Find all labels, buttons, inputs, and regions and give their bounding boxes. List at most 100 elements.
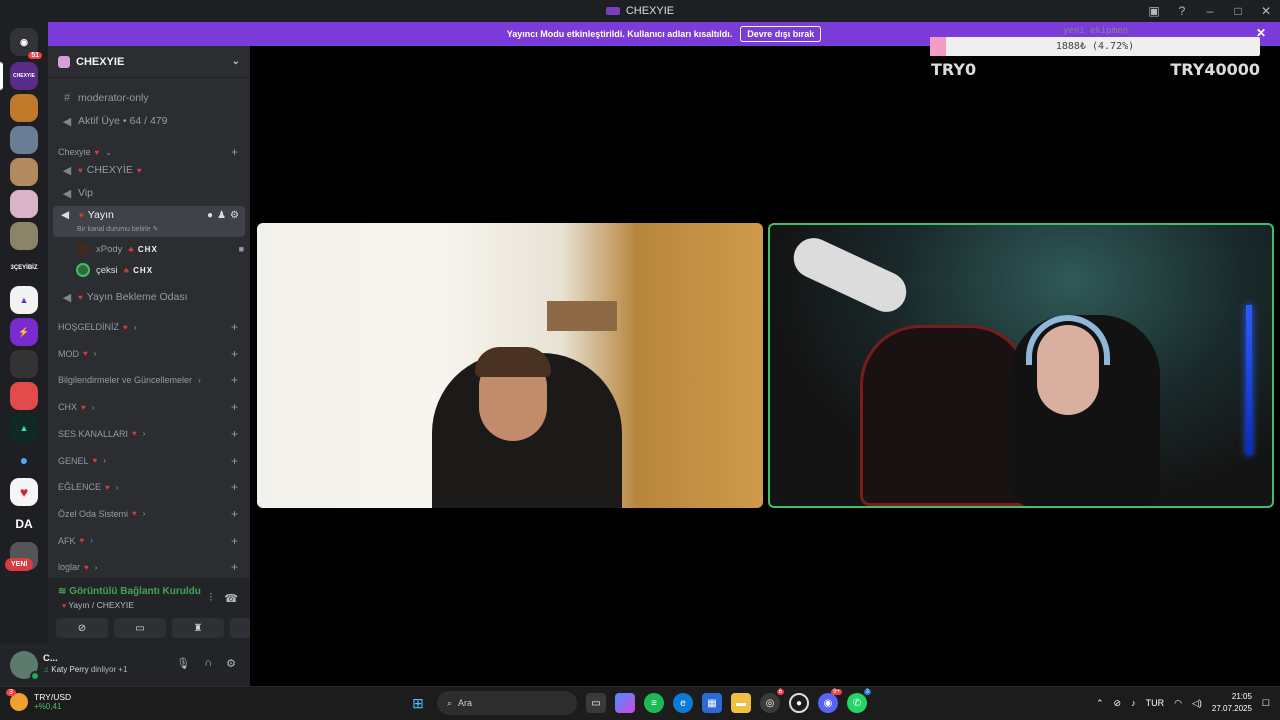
network-off-icon[interactable]: ⊘ — [1114, 698, 1122, 709]
spotify-icon[interactable]: ≡ — [644, 693, 664, 713]
notifications-icon[interactable]: ☐ — [1262, 698, 1270, 709]
category-row[interactable]: EĞLENCE ♥ › + — [58, 479, 238, 495]
category-row[interactable]: SES KANALLARI ♥ › + — [58, 426, 238, 442]
microphone-icon[interactable]: 🎙 — [176, 657, 190, 670]
add-channel-icon[interactable]: + — [231, 145, 238, 159]
category-row[interactable]: MOD ♥ › + — [58, 346, 238, 362]
server-icon[interactable]: ▲ — [10, 414, 38, 442]
avatar[interactable] — [10, 651, 40, 681]
copilot-icon[interactable] — [615, 693, 635, 713]
category-row[interactable]: Bilgilendirmeler ve Güncellemeler › + — [58, 372, 238, 388]
taskbar-search[interactable]: ⌕ Ara — [437, 691, 577, 715]
widgets-button[interactable]: 3 TRY/USD +%0,41 — [6, 688, 71, 711]
language-indicator[interactable]: TUR — [1146, 698, 1165, 708]
disable-streamer-mode-button[interactable]: Devre dışı bırak — [740, 26, 822, 42]
headphones-icon[interactable]: ∩ — [204, 657, 212, 670]
whatsapp-icon[interactable]: ✆ 3 — [847, 689, 871, 713]
activities-button[interactable]: ♜ — [172, 618, 224, 638]
channel-moderator-only[interactable]: # moderator-only — [56, 88, 242, 108]
voice-channel-waiting-room[interactable]: ◀ ♥ Yayın Bekleme Odası — [56, 287, 242, 307]
add-channel-icon[interactable]: + — [231, 507, 238, 521]
server-icon[interactable] — [10, 222, 38, 250]
avatar — [76, 263, 90, 277]
server-da[interactable]: DA — [10, 510, 38, 538]
activity-artist: Katy Perry — [51, 665, 89, 674]
start-windows-icon[interactable]: ⊞ — [408, 693, 428, 713]
server-icon[interactable] — [10, 94, 38, 122]
maximize-button[interactable]: □ — [1224, 4, 1252, 18]
add-channel-icon[interactable]: + — [231, 560, 238, 574]
server-icon[interactable] — [10, 190, 38, 218]
microphone-tray-icon[interactable]: ♪ — [1131, 698, 1136, 708]
voice-channel-vip[interactable]: ◀ Vip — [56, 183, 242, 203]
category-row[interactable]: AFK ♥ › + — [58, 533, 238, 549]
server-icon[interactable] — [10, 158, 38, 186]
server-icon[interactable]: ⚡ — [10, 318, 38, 346]
wifi-icon[interactable]: ◠ — [1174, 698, 1182, 709]
channel-active-members[interactable]: ◀ Aktif Üye • 64 / 479 — [56, 111, 242, 131]
store-icon[interactable]: ▦ — [702, 693, 722, 713]
close-button[interactable]: ✕ — [1252, 4, 1280, 18]
add-channel-icon[interactable]: + — [231, 480, 238, 494]
category-row[interactable]: CHX ♥ › + — [58, 399, 238, 415]
discord-taskbar-icon[interactable]: ◉ 9+ — [818, 689, 842, 713]
screen-share-button[interactable]: ▭ — [114, 618, 166, 638]
file-explorer-icon[interactable]: ▬ — [731, 693, 751, 713]
task-view-icon[interactable]: ▭ — [586, 693, 606, 713]
invite-icon[interactable]: ♟ — [217, 210, 226, 221]
user-name[interactable]: C... — [43, 653, 58, 664]
server-icon[interactable] — [10, 382, 38, 410]
volume-icon[interactable]: ◁) — [1192, 698, 1202, 709]
server-icon[interactable] — [10, 350, 38, 378]
server-3ceyibiz[interactable]: 3ÇEYİBİZ — [10, 254, 38, 282]
server-icon[interactable] — [10, 126, 38, 154]
add-channel-icon[interactable]: + — [231, 454, 238, 468]
chat-icon[interactable]: ● — [207, 210, 213, 221]
video-tile-user2-speaking[interactable] — [768, 223, 1274, 508]
channel-status-hint[interactable]: Bir kanal durumu belirle ✎ — [77, 225, 158, 233]
obs-icon[interactable]: ● — [789, 693, 809, 713]
gear-icon[interactable]: ⚙ — [230, 210, 239, 221]
server-icon[interactable]: ♥ — [10, 478, 38, 506]
inbox-icon[interactable]: ▣ — [1140, 4, 1168, 18]
voice-channel-link[interactable]: ♥ Yayın / CHEXYIE — [62, 600, 134, 610]
home-button[interactable]: ◉ 51 — [10, 28, 42, 59]
chrome-icon[interactable]: ◎ 6 — [760, 689, 784, 713]
category-row[interactable]: Özel Oda Sistemi ♥ › + — [58, 506, 238, 522]
heart-icon: ♥ — [81, 402, 86, 412]
category-row[interactable]: GENEL ♥ › + — [58, 453, 238, 469]
search-placeholder: Ara — [458, 698, 473, 708]
camera-off-button[interactable]: ⊘ — [56, 618, 108, 638]
help-icon[interactable]: ? — [1168, 4, 1196, 18]
add-channel-icon[interactable]: + — [231, 534, 238, 548]
clock[interactable]: 21:05 27.07.2025 — [1212, 691, 1252, 715]
voice-channel-chexyie[interactable]: ◀ ♥ CHEXYİE ♥ — [56, 160, 242, 180]
category-row[interactable]: HOŞGELDİNİZ ♥ › + — [58, 319, 238, 335]
add-channel-icon[interactable]: + — [231, 320, 238, 334]
voice-channel-yayin[interactable]: ◀ ♥ Yayın Bir kanal durumu belirle ✎ ● ♟… — [53, 206, 245, 237]
add-channel-icon[interactable]: + — [231, 400, 238, 414]
add-channel-icon[interactable]: + — [231, 347, 238, 361]
add-channel-icon[interactable]: + — [231, 373, 238, 387]
video-tile-user1[interactable] — [257, 223, 763, 508]
voice-status[interactable]: ≋ Görüntülü Bağlantı Kuruldu — [58, 586, 201, 597]
voice-user[interactable]: xPody ♣ CHX ■ — [76, 240, 244, 258]
guild-header[interactable]: CHEXYIE ⌄ — [48, 46, 250, 78]
disconnect-icon[interactable]: ☎ — [224, 592, 238, 605]
windows-taskbar: 3 TRY/USD +%0,41 ⊞ ⌕ Ara ▭ ≡ e ▦ ▬ ◎ 6 ●… — [0, 686, 1280, 720]
edge-icon[interactable]: e — [673, 693, 693, 713]
category-chexyie[interactable]: Chexyie ♥ ⌄ + — [58, 144, 238, 160]
noise-suppression-icon[interactable]: ⫶ — [210, 592, 213, 605]
server-icon[interactable]: ▲ — [10, 286, 38, 314]
chevron-right-icon: › — [90, 536, 93, 546]
chrome-badge: 6 — [776, 689, 784, 695]
add-channel-icon[interactable]: + — [231, 427, 238, 441]
chevron-up-icon[interactable]: ⌃ — [1096, 698, 1104, 709]
new-servers-pill[interactable]: YENİ — [5, 558, 34, 571]
minimize-button[interactable]: – — [1196, 4, 1224, 18]
server-chexyie[interactable]: CHEXYIE — [10, 62, 38, 90]
server-icon[interactable]: ● — [10, 446, 38, 474]
voice-user[interactable]: çeksi ♣ CHX — [76, 261, 244, 279]
settings-gear-icon[interactable]: ⚙ — [226, 657, 236, 670]
category-row[interactable]: loglar ♥ › + — [58, 559, 238, 575]
